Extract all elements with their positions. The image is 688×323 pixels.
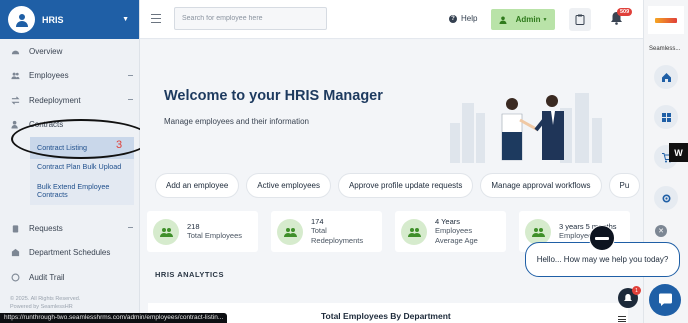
stat-label: Total Employees: [187, 231, 243, 240]
stat-label: Total Redeployments: [311, 226, 364, 245]
admin-menu-button[interactable]: Admin ▼: [491, 9, 555, 30]
active-employees-button[interactable]: Active employees: [246, 173, 331, 198]
sidebar-item-label: Redeployment: [29, 95, 81, 105]
stat-value: 4 Years: [435, 217, 461, 226]
sidebar-item-department-schedules[interactable]: Department Schedules: [0, 241, 139, 266]
chart-menu-icon[interactable]: [618, 316, 626, 322]
sidebar-item-requests[interactable]: Requests: [0, 216, 139, 241]
close-icon[interactable]: ✕: [655, 225, 667, 237]
annotation-oval: [11, 119, 151, 159]
users-group-icon: [277, 218, 303, 245]
sidebar-item-label: Employees: [29, 71, 69, 81]
collapse-icon: [128, 74, 133, 76]
page-subtitle: Manage employees and their information: [164, 117, 309, 126]
link-preview-url: https://runthrough-two.seamlesshrms.com/…: [0, 313, 228, 323]
collapse-icon: [128, 227, 133, 228]
rail-app-name: Seamless...: [649, 46, 681, 52]
stat-card-average-age: 4 Years Employees Average Age: [395, 211, 506, 252]
copyright: © 2025. All Rights Reserved. Powered by …: [10, 295, 80, 311]
help-label: Help: [461, 14, 478, 23]
search-input[interactable]: [174, 7, 327, 30]
dashboard-icon: [10, 46, 20, 56]
sidebar-item-redeployment[interactable]: Redeployment: [0, 88, 139, 113]
users-icon: [10, 71, 20, 81]
clipboard-icon: [10, 223, 20, 233]
menu-toggle-icon[interactable]: [151, 14, 161, 23]
analytics-heading: HRIS ANALYTICS: [155, 270, 224, 279]
home-icon[interactable]: [654, 65, 678, 89]
sidebar-item-audit-trail[interactable]: Audit Trail: [0, 265, 139, 290]
wix-badge-icon[interactable]: W: [669, 143, 688, 162]
approve-profile-updates-button[interactable]: Approve profile update requests: [337, 173, 474, 198]
transfer-icon: [10, 95, 20, 105]
users-group-icon: [153, 218, 179, 245]
copyright-line: © 2025. All Rights Reserved.: [10, 296, 81, 302]
handshake-illustration: [450, 93, 602, 163]
sidebar-item-overview[interactable]: Overview: [0, 39, 139, 64]
quick-action-partial-button[interactable]: Pu: [608, 173, 641, 198]
stat-card-total-employees: 218 Total Employees: [147, 211, 258, 252]
chat-badge: 1: [632, 286, 641, 295]
chat-agent-avatar: [589, 225, 615, 251]
top-bar: ? Help Admin ▼ 509: [140, 0, 643, 39]
apps-grid-icon[interactable]: [654, 105, 678, 129]
quick-actions: Add an employee Active employees Approve…: [155, 173, 641, 198]
history-icon: [10, 272, 20, 282]
welcome-hero: Welcome to your HRIS Manager Manage empl…: [140, 40, 643, 163]
sidebar-item-label: Department Schedules: [29, 248, 111, 258]
app-logo: [648, 6, 684, 34]
notification-count-badge: 509: [617, 8, 633, 16]
brand-avatar-icon: [8, 6, 35, 33]
caret-down-icon: ▼: [122, 16, 129, 23]
submenu-contract-plan-bulk-upload[interactable]: Contract Plan Bulk Upload: [30, 159, 134, 175]
sidebar-item-label: Requests: [29, 223, 63, 233]
stat-value: 218: [187, 222, 200, 231]
admin-label: Admin: [515, 15, 541, 24]
page-title: Welcome to your HRIS Manager: [164, 88, 383, 104]
caret-down-icon: ▼: [542, 16, 548, 23]
user-icon: [499, 16, 507, 24]
main-content: Welcome to your HRIS Manager Manage empl…: [140, 40, 643, 323]
submenu-bulk-extend-contracts[interactable]: Bulk Extend Employee Contracts: [30, 175, 134, 205]
settings-gear-icon[interactable]: [654, 186, 678, 210]
building-icon: [10, 248, 20, 258]
user-contract-icon: [10, 120, 20, 130]
chart-title: Total Employees By Department: [321, 311, 451, 321]
manage-approval-workflows-button[interactable]: Manage approval workflows: [480, 173, 602, 198]
collapse-icon: [128, 99, 133, 100]
copyright-line: Powered by SeamlessHR: [10, 304, 73, 310]
add-employee-button[interactable]: Add an employee: [155, 173, 240, 198]
brand-name: HRIS: [42, 14, 64, 25]
stat-value: 174: [311, 217, 324, 226]
sidebar-item-label: Audit Trail: [29, 272, 65, 282]
users-group-icon: [401, 218, 427, 245]
chat-launcher-button[interactable]: [649, 284, 681, 316]
users-group-icon: [525, 218, 551, 245]
clipboard-button[interactable]: [569, 8, 591, 31]
sidebar-item-label: Overview: [29, 46, 63, 56]
help-link[interactable]: ? Help: [449, 14, 477, 23]
stat-card-total-redeployments: 174 Total Redeployments: [271, 211, 382, 252]
sidebar-item-employees[interactable]: Employees: [0, 64, 139, 89]
brand-switcher[interactable]: HRIS ▼: [0, 0, 139, 39]
stat-label: Employees Average Age: [435, 226, 478, 245]
question-icon: ?: [449, 14, 457, 23]
clipboard-icon: [575, 14, 585, 25]
chat-icon: [658, 293, 672, 306]
sidebar: HRIS ▼ Overview Employees Redeployment C…: [0, 0, 140, 323]
